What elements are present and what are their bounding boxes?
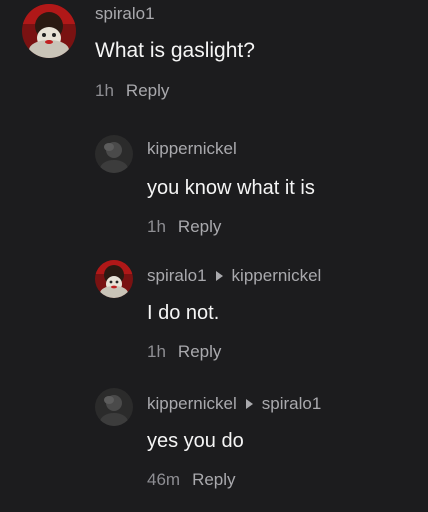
dark-avatar-icon[interactable]: [95, 135, 133, 173]
clown-avatar-icon[interactable]: [22, 4, 76, 58]
reply-to-username[interactable]: spiralo1: [262, 394, 322, 414]
reply-button[interactable]: Reply: [192, 470, 235, 490]
comment-username[interactable]: kippernickel: [147, 394, 237, 414]
comment-item: spiralo1 kippernickel I do not. 1h Reply: [95, 260, 321, 362]
comment-username[interactable]: kippernickel: [147, 139, 237, 159]
comment-timestamp: 1h: [95, 81, 114, 100]
comment-username[interactable]: spiralo1: [95, 4, 155, 24]
comment-username[interactable]: spiralo1: [147, 266, 207, 286]
comment-text: I do not.: [147, 302, 220, 324]
comment-timestamp: 1h: [147, 342, 166, 361]
reply-button[interactable]: Reply: [126, 81, 169, 101]
reply-button[interactable]: Reply: [178, 342, 221, 362]
comment-text: yes you do: [147, 430, 244, 452]
comment-item: kippernickel spiralo1 yes you do 46m Rep…: [95, 388, 321, 490]
reply-button[interactable]: Reply: [178, 217, 221, 237]
comment-text: What is gaslight?: [95, 39, 255, 62]
comment-item: spiralo1 What is gaslight? 1h Reply: [22, 4, 255, 101]
dark-avatar-icon[interactable]: [95, 388, 133, 426]
clown-avatar-icon[interactable]: [95, 260, 133, 298]
comment-timestamp: 1h: [147, 217, 166, 236]
comment-text: you know what it is: [147, 177, 315, 199]
reply-arrow-icon: [215, 271, 223, 281]
reply-arrow-icon: [245, 399, 253, 409]
comment-item: kippernickel you know what it is 1h Repl…: [95, 135, 315, 237]
comment-timestamp: 46m: [147, 470, 181, 489]
reply-to-username[interactable]: kippernickel: [232, 266, 322, 286]
